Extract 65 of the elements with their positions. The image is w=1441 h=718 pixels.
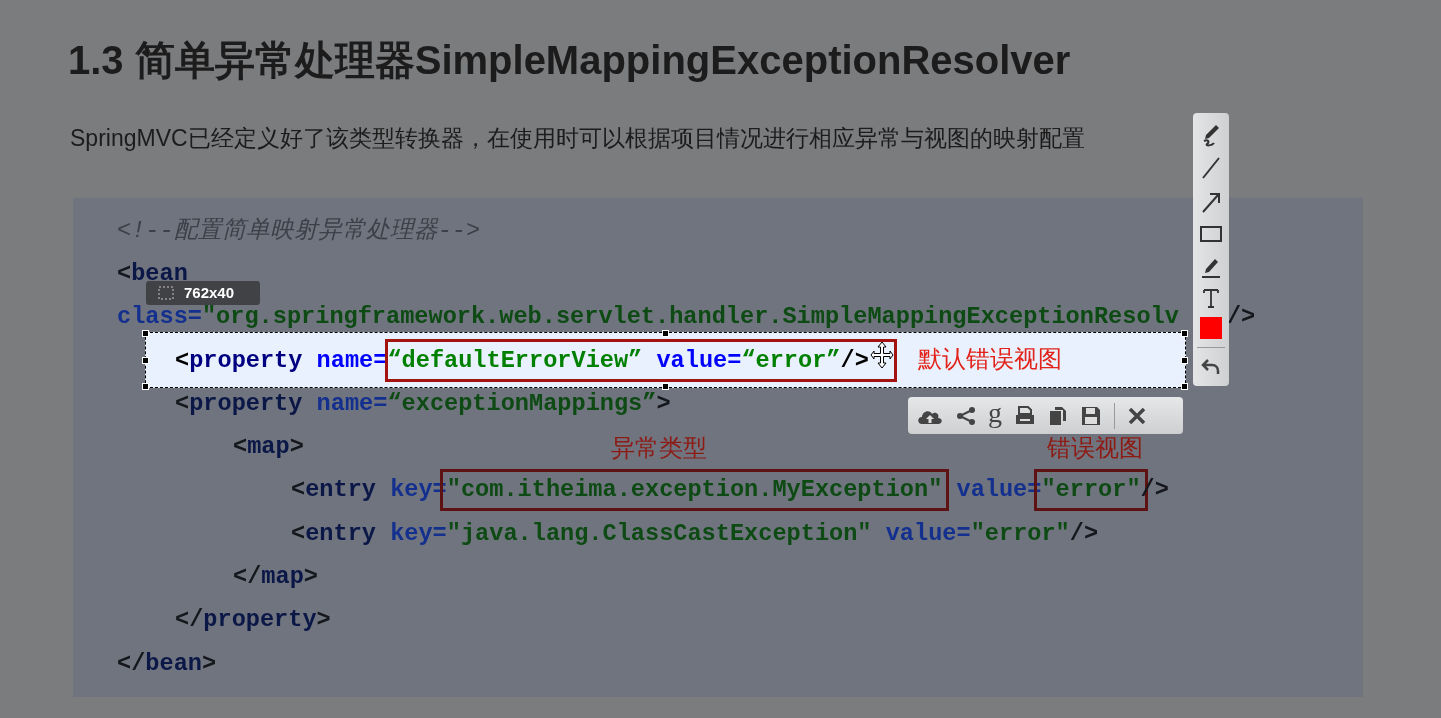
slide-subtitle: SpringMVC已经定义好了该类型转换器，在使用时可以根据项目情况进行相应异常与视图的映射配置 [70, 124, 1085, 153]
code-attribute: name= [315, 349, 388, 372]
resize-handle[interactable] [661, 382, 669, 390]
code-punctuation: /> [1069, 522, 1099, 545]
code-tag: bean [145, 652, 202, 675]
code-punctuation: > [656, 392, 671, 415]
slide-title: 1.3 简单异常处理器SimpleMappingExceptionResolver [68, 37, 1071, 84]
google-button[interactable]: g [988, 398, 1002, 427]
code-string: "org.springframework.web.servlet.handler.SimpleMappingExceptionResolv [201, 306, 1179, 329]
code-attribute: class= [117, 306, 202, 329]
resize-handle[interactable] [661, 329, 669, 337]
text-tool-icon[interactable] [1201, 287, 1221, 309]
code-punctuation: /> [1226, 306, 1256, 329]
save-icon[interactable] [1080, 404, 1102, 427]
code-string: "error" [970, 522, 1070, 545]
resize-handle[interactable] [142, 382, 149, 390]
annotation-label: 默认错误视图 [918, 344, 1062, 374]
code-punctuation: </ [175, 609, 204, 632]
resize-handle[interactable] [1181, 356, 1188, 364]
code-tag: bean [131, 262, 188, 285]
code-string: "java.lang.ClassCastException" [446, 522, 872, 545]
code-tag: map [261, 566, 304, 588]
code-tag: property [203, 609, 317, 632]
code-punctuation: > [316, 609, 331, 632]
code-attribute: key= [389, 522, 447, 545]
color-swatch[interactable] [1200, 317, 1222, 339]
close-icon[interactable] [1127, 405, 1147, 426]
code-tag: entry [305, 479, 376, 502]
annotation-label: 异常类型 [611, 433, 707, 463]
code-punctuation: > [303, 566, 318, 588]
code-punctuation: /> [840, 349, 869, 372]
move-cursor-icon [870, 341, 894, 369]
code-string: “defaultErrorView” [387, 349, 643, 372]
resize-handle[interactable] [142, 356, 149, 364]
selection-size: 762x40 [184, 282, 235, 303]
share-icon[interactable] [956, 405, 976, 426]
code-attribute: value= [884, 522, 971, 545]
code-tag: property [189, 349, 303, 372]
code-punctuation: < [291, 522, 306, 545]
code-string: “exceptionMappings” [387, 392, 657, 415]
annotation-label: 错误视图 [1047, 433, 1143, 463]
code-tag: property [189, 392, 303, 415]
selection-area[interactable] [145, 331, 1186, 388]
code-punctuation: < [291, 479, 306, 502]
code-tag: entry [305, 522, 376, 545]
copy-icon[interactable] [1048, 404, 1068, 427]
printer-icon[interactable] [1014, 404, 1036, 427]
code-punctuation: </ [117, 652, 146, 675]
code-punctuation: < [117, 262, 132, 285]
code-punctuation: </ [233, 566, 262, 588]
code-tag: map [247, 436, 290, 459]
resize-handle[interactable] [142, 329, 149, 337]
resize-handle[interactable] [1181, 329, 1188, 337]
code-punctuation: > [201, 652, 217, 675]
code-attribute: name= [315, 392, 388, 415]
resize-handle[interactable] [1181, 382, 1188, 390]
line-tool-icon[interactable] [1200, 155, 1222, 181]
code-punctuation: < [233, 436, 248, 459]
code-string: “error” [741, 349, 841, 372]
code-punctuation: > [289, 436, 304, 459]
code-punctuation: < [175, 392, 190, 415]
rectangle-tool-icon[interactable] [1199, 223, 1223, 245]
code-attribute: value= [655, 349, 742, 372]
code-punctuation: < [175, 349, 190, 372]
selection-icon [158, 286, 174, 300]
